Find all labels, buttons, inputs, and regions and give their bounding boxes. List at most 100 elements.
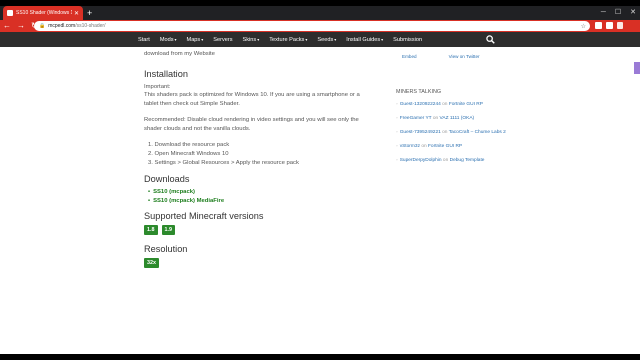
recommendation-text: Recommended: Disable cloud rendering in … <box>144 117 359 132</box>
comment-item: ▫ Guest-7395249221 on TacoCraft – Chume L… <box>396 129 506 136</box>
comment-item: ▫ vStorm3z on Fortnite GUI RP <box>396 143 506 150</box>
chevron-down-icon: ▾ <box>381 36 384 42</box>
forward-icon[interactable]: → <box>17 20 25 32</box>
comment-item: ▫ Guest-1320922244 on Fortnite GUI RP <box>396 101 506 108</box>
extension-icon[interactable] <box>595 22 602 29</box>
lock-icon[interactable]: 🔒 <box>39 23 45 29</box>
favicon-icon <box>7 10 13 16</box>
view-on-twitter-link[interactable]: View on Twitter <box>449 54 480 59</box>
intro-tail-text: download from my Website <box>144 51 215 57</box>
nav-item-servers[interactable]: Servers <box>213 37 232 43</box>
nav-item-label: Skins <box>242 36 257 43</box>
comment-bubble-icon: ▫ <box>396 144 398 149</box>
sidebar: Embed View on Twitter MINERS TALKING ▫ Gu… <box>396 47 506 171</box>
comment-user[interactable]: Guest-7395249221 <box>400 130 441 135</box>
nav-item-label: Texture Packs <box>269 36 305 43</box>
nav-item-skins[interactable]: Skins▾ <box>243 37 260 43</box>
bookmark-star-icon[interactable]: ☆ <box>581 23 586 30</box>
extension-icon[interactable] <box>606 22 613 29</box>
nav-item-maps[interactable]: Maps▾ <box>187 37 204 43</box>
comment-list: ▫ Guest-1320922244 on Fortnite GUI RP ▫ Fre… <box>396 101 506 164</box>
comment-user[interactable]: Guest-1320922244 <box>400 102 441 107</box>
comment-user[interactable]: FreeGamer YT <box>400 116 432 121</box>
nav-item-label: Submission <box>393 36 423 43</box>
comment-user[interactable]: SuperDerpyDolphin <box>400 158 442 163</box>
install-step: 3. Settings > Global Resources > Apply t… <box>148 160 299 166</box>
back-icon[interactable]: ← <box>3 20 11 32</box>
sidebar-top-links: Embed View on Twitter <box>396 54 506 59</box>
nav-item-label: Servers <box>213 36 233 43</box>
resolution-badges: 32x <box>144 258 374 268</box>
chevron-down-icon: ▾ <box>334 36 337 42</box>
window-controls: ─ ☐ ✕ <box>601 6 636 20</box>
comment-post[interactable]: Fortnite GUI RP <box>449 102 483 107</box>
site-navigation: Start Mods▾ Maps▾ Servers Skins▾ Texture Pack… <box>0 32 640 47</box>
nav-item-label: Seeds <box>317 36 334 43</box>
chevron-down-icon: ▾ <box>305 36 308 42</box>
embed-link[interactable]: Embed <box>402 54 417 59</box>
nav-item-texture-packs[interactable]: Texture Packs▾ <box>269 37 307 43</box>
comment-user[interactable]: vStorm3z <box>400 144 420 149</box>
browser-tab[interactable]: SS10 Shader (Windows 10) | Mi... ✕ <box>3 6 83 20</box>
chevron-down-icon: ▾ <box>174 36 177 42</box>
nav-item-label: Start <box>138 36 150 43</box>
comment-bubble-icon: ▫ <box>396 102 398 107</box>
comment-post[interactable]: VAZ 1111 (OKA) <box>440 116 475 121</box>
address-domain: mcpedl.com <box>48 23 76 29</box>
web-page: Start Mods▾ Maps▾ Servers Skins▾ Texture Pack… <box>0 32 640 354</box>
resolution-badge[interactable]: 32x <box>144 258 159 268</box>
article-content: download from my Website Installation Im… <box>144 47 374 268</box>
screen: SS10 Shader (Windows 10) | Mi... ✕ + ─ ☐… <box>0 0 640 360</box>
resolution-heading: Resolution <box>144 244 188 254</box>
side-tab-widget[interactable] <box>634 62 640 74</box>
minimize-icon[interactable]: ─ <box>601 6 606 20</box>
profile-icon[interactable] <box>617 22 623 29</box>
maximize-icon[interactable]: ☐ <box>615 6 621 20</box>
comment-item: ▫ FreeGamer YT on VAZ 1111 (OKA) <box>396 115 506 122</box>
nav-buttons: ← → ↻ <box>3 20 38 32</box>
extension-icons <box>595 22 623 29</box>
install-step: 2. Open Minecraft Windows 10 <box>148 151 229 157</box>
nav-item-label: Mods <box>159 36 174 43</box>
comment-post[interactable]: TacoCraft – Chume Labs 2 <box>449 130 506 135</box>
comment-on: on <box>442 130 448 135</box>
comment-on: on <box>442 158 449 163</box>
download-links: SS10 (mcpack) SS10 (mcpack) MediaFire <box>144 188 374 205</box>
close-tab-icon[interactable]: ✕ <box>74 10 79 17</box>
new-tab-button[interactable]: + <box>87 6 92 20</box>
downloads-heading: Downloads <box>144 174 190 184</box>
comment-bubble-icon: ▫ <box>396 116 398 121</box>
comment-item: ▫ SuperDerpyDolphin on Debug Template <box>396 157 506 164</box>
taskbar <box>0 354 640 360</box>
versions-heading: Supported Minecraft versions <box>144 211 264 221</box>
nav-item-label: Install Guides <box>346 36 381 43</box>
nav-item-submission[interactable]: Submission <box>393 37 422 43</box>
comment-bubble-icon: ▫ <box>396 158 398 163</box>
comment-on: on <box>442 102 448 107</box>
comment-post[interactable]: Debug Template <box>450 158 485 163</box>
version-badge[interactable]: 1.9 <box>161 225 175 235</box>
version-badge[interactable]: 1.8 <box>144 225 158 235</box>
download-link[interactable]: SS10 (mcpack) MediaFire <box>148 197 374 206</box>
nav-item-seeds[interactable]: Seeds▾ <box>317 37 336 43</box>
nav-item-start[interactable]: Start <box>138 37 150 43</box>
tab-title: SS10 Shader (Windows 10) | Mi... <box>16 10 72 16</box>
search-icon[interactable] <box>486 35 495 44</box>
download-link[interactable]: SS10 (mcpack) <box>148 188 374 197</box>
nav-item-install-guides[interactable]: Install Guides▾ <box>346 37 383 43</box>
install-step: 1. Download the resource pack <box>148 142 230 148</box>
comment-bubble-icon: ▫ <box>396 130 398 135</box>
install-steps: 1. Download the resource pack 2. Open Mi… <box>144 141 374 168</box>
installation-heading: Installation <box>144 68 188 79</box>
address-bar[interactable]: 🔒 mcpedl.com /ss10-shader/ ☆ <box>34 21 590 31</box>
version-badges: 1.8 1.9 <box>144 225 374 235</box>
miners-talking-title: MINERS TALKING <box>396 89 442 95</box>
close-window-icon[interactable]: ✕ <box>630 6 636 20</box>
nav-item-mods[interactable]: Mods▾ <box>160 37 177 43</box>
nav-item-label: Maps <box>186 36 201 43</box>
comment-on: on <box>432 116 439 121</box>
chevron-down-icon: ▾ <box>201 36 204 42</box>
important-label: Important: <box>144 83 171 90</box>
comment-post[interactable]: Fortnite GUI RP <box>428 144 462 149</box>
tab-strip <box>0 6 640 20</box>
